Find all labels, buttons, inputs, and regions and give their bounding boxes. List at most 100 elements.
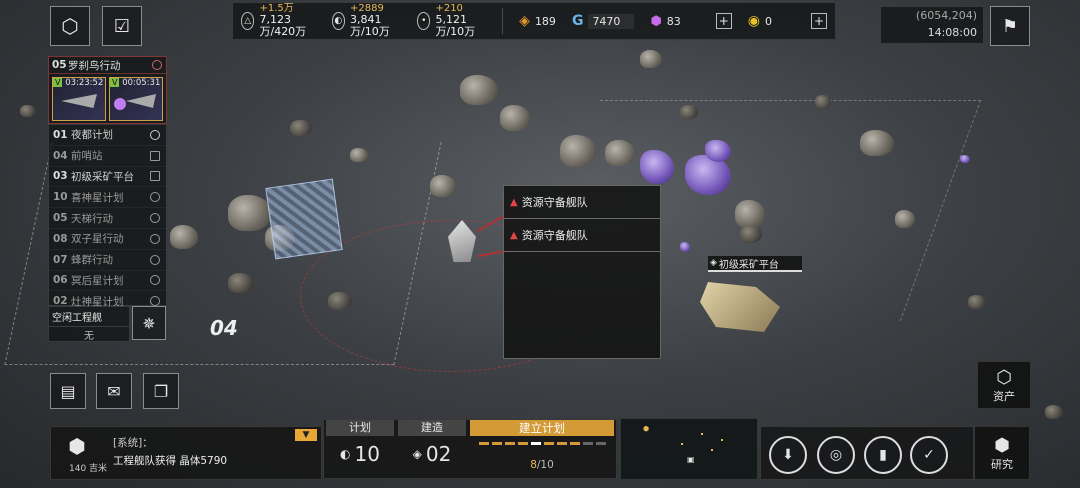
distance-text: 140 吉米 [69,464,108,474]
build-value: 02 [425,442,452,466]
establish-plan-button[interactable]: 建立计划 8/10 [470,420,614,478]
platform-tag[interactable]: ◈ 初级采矿平台 [708,256,802,272]
mission-num: 05 [53,212,68,225]
system-text: 工程舰队获得 晶体5790 [113,455,228,467]
current-mission-panel[interactable]: 05 罗刹鸟行动 V 03:23:52 V 00:05:31 [48,56,167,124]
mail-button[interactable]: ✉ [96,373,132,409]
build-counter[interactable]: 建造 ◈ 02 [398,420,466,478]
ring-resource-icon: ◐ [331,12,346,30]
scan-wave-button[interactable]: ◎ [817,436,855,474]
fleet-name: 资源守备舰队 [521,196,588,209]
mission-num: 05 [52,59,67,71]
arrow-down-icon: ⬇ [782,447,794,463]
mission-item[interactable]: 07 蜂群行动 [49,250,166,271]
timer: 03:23:52 [65,78,104,88]
research-tree-icon: ⬢ [994,434,1010,456]
mission-item[interactable]: 06 冥后星计划 [49,271,166,292]
circle-icon [150,275,160,286]
build-label: 建造 [398,420,466,436]
currency-g[interactable]: G 7470 [572,13,635,29]
resource-total: 3,841万/10万 [350,13,390,38]
square-icon [150,171,160,182]
add-v-button[interactable]: + [811,13,828,29]
mission-name: 天梯行动 [71,212,113,225]
mission-name: 前哨站 [71,150,103,163]
p-currency-icon: ⬢ [650,13,662,29]
resource-crystal[interactable]: ◐ +2889 3,841万/10万 [331,4,401,38]
platform-label: 初级采矿平台 [718,259,779,271]
assets-label: 资产 [993,389,1015,403]
mission-num: 01 [53,128,68,141]
cube-icon: ⬡ [996,366,1012,388]
currency-v[interactable]: ◉ 0 + [748,13,828,29]
minimap[interactable]: ⬢ ▣ [620,418,758,480]
currency-orange[interactable]: ◈ 189 [519,13,556,29]
g-currency-icon: G [571,13,584,29]
fleet-card[interactable]: V 00:05:31 [109,77,163,121]
establish-label: 建立计划 [470,420,614,436]
mission-name: 初级采矿平台 [71,170,134,183]
circle-icon [150,254,160,265]
system-msg-panel[interactable]: ⬢ 140 吉米 [系统]： 工程舰队获得 晶体5790 ▼ [50,426,322,480]
map-marker-button[interactable]: ⚑ [990,6,1030,46]
mission-num: 03 [53,170,68,183]
mission-list: 01 夜都计划 04 前哨站 03 初级采矿平台 10 喜神星计划 05 天梯行动 08 双… [48,124,167,313]
resource-gas[interactable]: • +210 5,121万/10万 [417,4,486,38]
plan-value: 10 [354,442,380,466]
fleet-entry[interactable]: ▲ 资源守备舰队 [504,219,660,252]
research-button[interactable]: ⬢ 研究 [974,426,1030,480]
resource-alloy[interactable]: △ +1.5万 7,123万/420万 [241,4,316,38]
research-label: 研究 [991,457,1013,471]
assets-button[interactable]: ⬡ 资产 [977,361,1031,409]
mission-item[interactable]: 04 前哨站 [49,146,166,167]
idle-ship-label: 空闲工程舰 [49,307,129,327]
fleet-card[interactable]: V 03:23:52 [52,77,106,121]
idle-ship-panel[interactable]: 空闲工程舰 无 [48,306,130,342]
mission-item[interactable]: 05 天梯行动 [49,208,166,229]
mission-name: 双子星行动 [71,233,124,246]
add-p-button[interactable]: + [715,13,732,29]
mission-item[interactable]: 08 双子星行动 [49,229,166,250]
mission-item[interactable]: 10 喜神星计划 [49,187,166,209]
platform-icon: ◈ [710,258,717,268]
signpost-icon: ⚑ [1001,15,1019,37]
expand-icon[interactable]: ▼ [295,429,317,441]
orange-diamond-icon: ◈ [519,13,530,29]
system-prefix: [系统]： [113,437,153,449]
shield-button[interactable]: ✓ [910,436,948,474]
chat-button[interactable]: ❐ [143,373,179,409]
fleet-button[interactable]: ▮ [864,436,902,474]
blue-grid-structure [265,178,343,260]
mission-item[interactable]: 03 初级采矿平台 [49,167,166,188]
avatar: ⬢ [68,434,86,458]
currency-value: 189 [534,14,556,28]
idle-ship-value: 无 [84,331,94,342]
plan-counter[interactable]: 计划 ◐ 10 [326,420,394,478]
scan-button[interactable]: ⬡ [50,6,90,46]
coords-text: (6054,204) [915,9,977,22]
tasks-button[interactable]: ☑ [102,6,142,46]
bottom-bar: ⬢ 140 吉米 [系统]： 工程舰队获得 晶体5790 ▼ 计划 ◐ 10 建… [0,416,1080,488]
coords-panel[interactable]: (6054,204) 14:08:00 [880,6,984,44]
purple-orb-icon [114,98,126,110]
currency-p[interactable]: ⬢ 83 + [650,13,732,29]
checklist-icon: ☑ [113,15,131,37]
circle-icon [150,233,160,244]
progress-segments [470,442,614,445]
dot-resource-icon: • [417,12,431,30]
progress-value: 8 [530,459,537,471]
fleet-entry[interactable]: ▲ 资源守备舰队 [504,186,660,219]
circle-icon [150,296,160,307]
chat-icon: ❐ [153,381,169,401]
build-icon: ◈ [412,447,422,461]
resource-bar: △ +1.5万 7,123万/420万 ◐ +2889 3,841万/10万 • +… [232,2,836,40]
engineer-ship-button[interactable]: ✵ [132,306,166,340]
mission-num: 06 [53,274,68,287]
mission-item[interactable]: 01 夜都计划 [49,125,166,146]
descend-button[interactable]: ⬇ [769,436,807,474]
log-button[interactable]: ▤ [50,373,86,409]
currency-value: 83 [666,14,681,28]
resource-total: 7,123万/420万 [259,13,307,38]
mission-name: 冥后星计划 [71,274,124,287]
zone-label: 04 [210,316,238,340]
